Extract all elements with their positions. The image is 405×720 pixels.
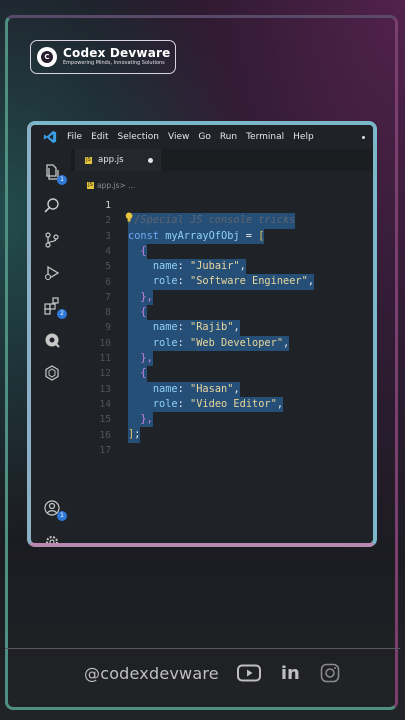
- line-number: 7: [105, 291, 111, 303]
- social-handle[interactable]: @codexdevware: [84, 664, 219, 683]
- line-number: 3: [105, 230, 111, 242]
- brand-mark-letter: C: [41, 51, 53, 63]
- line-number: 6: [105, 276, 111, 288]
- line-number: 2: [105, 215, 111, 227]
- line-number: 9: [105, 322, 111, 334]
- source-control-icon[interactable]: [43, 231, 61, 249]
- search-icon[interactable]: [43, 197, 61, 215]
- menu-go[interactable]: Go: [198, 132, 210, 142]
- line-number: 16: [99, 429, 111, 441]
- copilot-icon[interactable]: [43, 331, 61, 349]
- breadcrumb-rest: > ...: [119, 181, 136, 190]
- remote-explorer-icon[interactable]: [43, 364, 61, 382]
- run-debug-icon[interactable]: [43, 264, 61, 282]
- breadcrumb-file: app.js: [97, 181, 120, 190]
- line-number: 13: [99, 383, 111, 395]
- explorer-badge: 1: [57, 175, 67, 185]
- code-area[interactable]: 1 //Special JS console tricks 2 const my…: [71, 198, 373, 543]
- menubar: File Edit Selection View Go Run Terminal…: [31, 125, 373, 149]
- brand-tagline: Empowering Minds, Innovating Solutions: [63, 60, 165, 66]
- vscode-logo-icon: [43, 130, 57, 144]
- menu-view[interactable]: View: [168, 132, 189, 142]
- menu-terminal[interactable]: Terminal: [246, 132, 284, 142]
- window-indicator-icon: [362, 135, 365, 139]
- line-number: 14: [99, 398, 111, 410]
- brand-mark-icon: C: [37, 47, 57, 67]
- js-file-icon: JS: [85, 156, 92, 164]
- menu-run[interactable]: Run: [220, 132, 237, 142]
- line-number: 11: [99, 353, 111, 364]
- menu-selection[interactable]: Selection: [118, 132, 159, 142]
- brand-logo: C Codex Devware Empowering Minds, Innova…: [30, 40, 176, 74]
- unsaved-dot-icon[interactable]: [148, 157, 153, 163]
- tab-app-js[interactable]: JS app.js: [75, 149, 161, 171]
- lightbulb-icon[interactable]: [125, 212, 133, 222]
- line-number: 12: [99, 368, 111, 380]
- breadcrumb[interactable]: JS app.js > ...: [87, 181, 135, 190]
- tab-bar: JS app.js: [71, 149, 373, 171]
- brand-title: Codex Devware: [63, 46, 171, 60]
- line-number: 1: [105, 200, 111, 211]
- line-number: 15: [99, 414, 111, 426]
- settings-gear-icon[interactable]: [43, 533, 61, 547]
- activity-bar: 1 2 1: [31, 149, 71, 543]
- menu-edit[interactable]: Edit: [91, 132, 108, 142]
- menu-help[interactable]: Help: [293, 132, 314, 142]
- tab-filename: app.js: [98, 155, 124, 165]
- line-number: 8: [105, 307, 111, 319]
- line-number: 17: [99, 444, 111, 456]
- code-editor-window: File Edit Selection View Go Run Terminal…: [27, 121, 377, 547]
- youtube-icon[interactable]: [236, 664, 261, 682]
- line-number: 5: [105, 261, 111, 273]
- line-number: 10: [99, 337, 111, 349]
- footer-social: @codexdevware in: [84, 662, 360, 684]
- account-badge: 1: [57, 511, 67, 521]
- breadcrumb-js-icon: JS: [87, 182, 94, 189]
- line-number: 4: [105, 245, 111, 257]
- linkedin-icon[interactable]: in: [281, 663, 300, 684]
- menu-file[interactable]: File: [67, 132, 82, 142]
- instagram-icon[interactable]: [320, 663, 340, 683]
- extensions-badge: 2: [57, 309, 67, 319]
- footer-divider: [5, 648, 400, 649]
